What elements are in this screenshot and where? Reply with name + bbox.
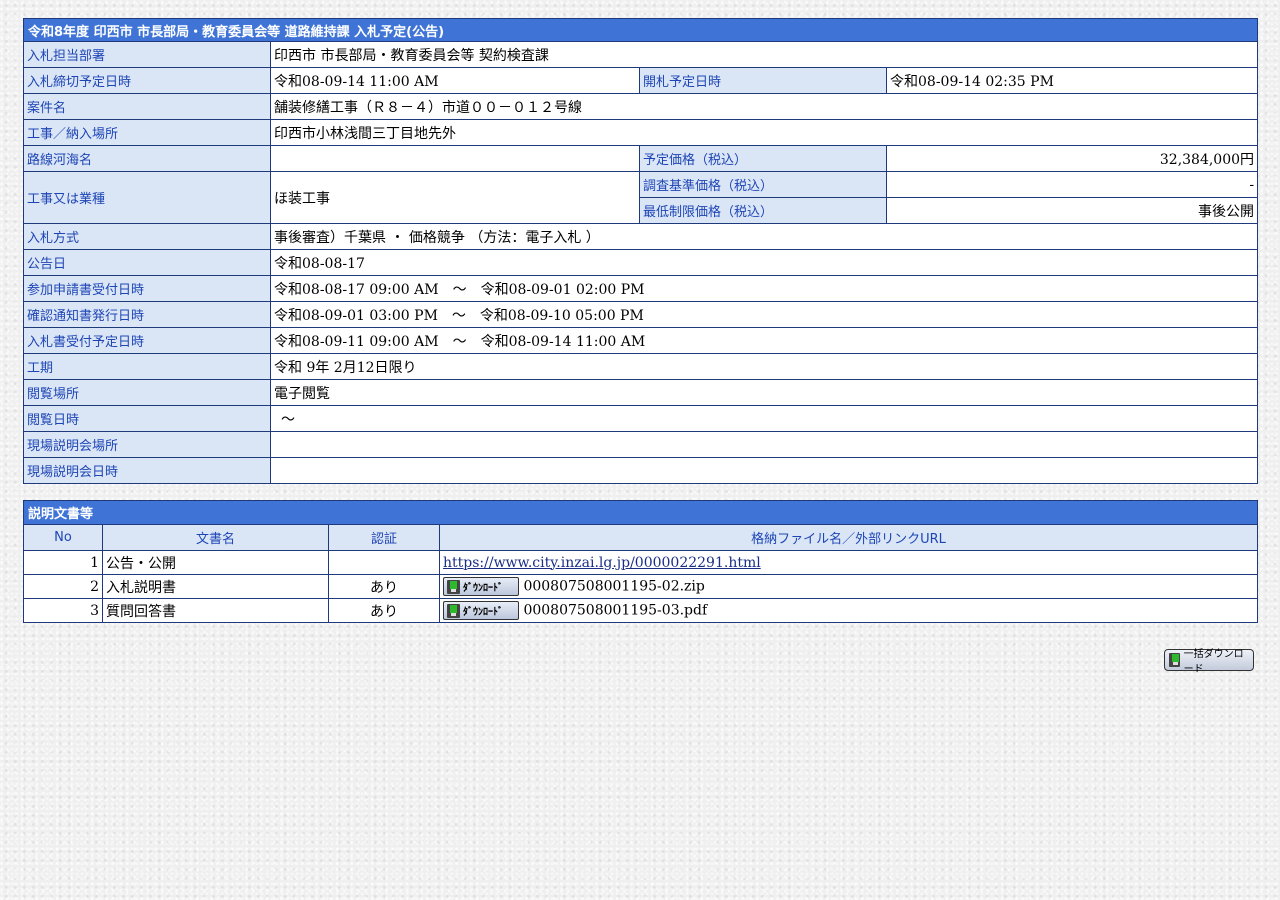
label-site-place: 現場説明会場所 (23, 431, 271, 458)
label-site-date: 現場説明会日時 (23, 457, 271, 484)
label-apply-period: 参加申請書受付日時 (23, 275, 271, 302)
docs-header-no: No (23, 524, 103, 551)
doc-no: 3 (23, 598, 103, 623)
doc-filename: 000807508001195-03.pdf (523, 602, 708, 619)
label-view-date: 閲覧日時 (23, 405, 271, 432)
doc-no: 2 (23, 574, 103, 599)
value-deadline: 令和08-09-14 11:00 AM (270, 67, 640, 94)
value-est-price: 32,384,000円 (885, 145, 1259, 172)
label-opening: 開札予定日時 (639, 67, 887, 94)
doc-auth: あり (328, 598, 440, 623)
docs-title: 説明文書等 (22, 500, 1259, 525)
value-site-place (269, 431, 1259, 458)
value-view-date: ～ (269, 405, 1259, 432)
bid-info-table: 令和8年度 印西市 市長部局・教育委員会等 道路維持課 入札予定(公告) 入札担… (22, 18, 1259, 484)
value-min-price: 事後公開 (885, 197, 1259, 224)
value-method: 事後審査）千葉県 ・ 価格競争 （方法：電子入札 ） (269, 223, 1259, 250)
value-term: 令和 9年 2月12日限り (269, 353, 1259, 380)
download-button-label: ﾀﾞｳﾝﾛｰﾄﾞ (463, 607, 503, 618)
doc-name: 入札説明書 (102, 574, 329, 599)
doc-name: 質問回答書 (102, 598, 329, 623)
docs-header-auth: 認証 (328, 524, 440, 551)
download-icon (447, 579, 460, 594)
table-row: 2 入札説明書 あり ﾀﾞｳﾝﾛｰﾄﾞ 000807508001195-02.z… (23, 574, 1259, 599)
download-icon (1169, 653, 1180, 667)
label-route: 路線河海名 (23, 145, 271, 172)
docs-header-name: 文書名 (102, 524, 329, 551)
label-dept: 入札担当部署 (23, 41, 271, 68)
value-notice-date: 令和08-08-17 (269, 249, 1259, 276)
download-icon (447, 603, 460, 618)
doc-name: 公告・公開 (102, 550, 329, 575)
download-button[interactable]: ﾀﾞｳﾝﾛｰﾄﾞ (443, 577, 519, 596)
doc-no: 1 (23, 550, 103, 575)
value-view-place: 電子閲覧 (269, 379, 1259, 406)
value-category: ほ装工事 (270, 171, 640, 224)
value-bid-period: 令和08-09-11 09:00 AM ～ 令和08-09-14 11:00 A… (269, 327, 1259, 354)
doc-auth (328, 550, 440, 575)
page-content: 令和8年度 印西市 市長部局・教育委員会等 道路維持課 入札予定(公告) 入札担… (22, 18, 1259, 623)
value-site-date (269, 457, 1259, 484)
doc-file-cell: https://www.city.inzai.lg.jp/0000022291.… (438, 550, 1259, 575)
label-notice-date: 公告日 (23, 249, 271, 276)
value-opening: 令和08-09-14 02:35 PM (885, 67, 1259, 94)
table-row: 1 公告・公開 https://www.city.inzai.lg.jp/000… (23, 550, 1259, 575)
bulk-download-label: 一括ダウンロード (1183, 649, 1244, 675)
value-survey-price: - (885, 171, 1259, 198)
label-confirm-period: 確認通知書発行日時 (23, 301, 271, 328)
value-route (270, 145, 640, 172)
docs-table: 説明文書等 No 文書名 認証 格納ファイル名／外部リンクURL 1 公告・公開… (22, 500, 1259, 623)
download-button[interactable]: ﾀﾞｳﾝﾛｰﾄﾞ (443, 601, 519, 620)
download-button-label: ﾀﾞｳﾝﾛｰﾄﾞ (463, 583, 503, 594)
doc-file-cell: ﾀﾞｳﾝﾛｰﾄﾞ 000807508001195-03.pdf (438, 598, 1259, 623)
value-confirm-period: 令和08-09-01 03:00 PM ～ 令和08-09-10 05:00 P… (269, 301, 1259, 328)
value-place: 印西市小林浅間三丁目地先外 (269, 119, 1259, 146)
value-apply-period: 令和08-08-17 09:00 AM ～ 令和08-09-01 02:00 P… (269, 275, 1259, 302)
doc-file-cell: ﾀﾞｳﾝﾛｰﾄﾞ 000807508001195-02.zip (438, 574, 1259, 599)
doc-filename: 000807508001195-02.zip (523, 578, 705, 595)
bulk-download-button[interactable]: 一括ダウンロード (1164, 649, 1254, 675)
doc-link[interactable]: https://www.city.inzai.lg.jp/0000022291.… (443, 555, 761, 571)
label-est-price: 予定価格（税込） (639, 145, 887, 172)
bid-info-title: 令和8年度 印西市 市長部局・教育委員会等 道路維持課 入札予定(公告) (22, 18, 1259, 42)
label-bid-period: 入札書受付予定日時 (23, 327, 271, 354)
label-method: 入札方式 (23, 223, 271, 250)
docs-header-file: 格納ファイル名／外部リンクURL (438, 524, 1259, 551)
label-category: 工事又は業種 (23, 171, 271, 224)
value-dept: 印西市 市長部局・教育委員会等 契約検査課 (269, 41, 1259, 68)
label-term: 工期 (23, 353, 271, 380)
label-deadline: 入札締切予定日時 (23, 67, 271, 94)
label-min-price: 最低制限価格（税込） (639, 197, 887, 224)
label-survey-price: 調査基準価格（税込） (639, 171, 887, 198)
table-row: 3 質問回答書 あり ﾀﾞｳﾝﾛｰﾄﾞ 000807508001195-03.p… (23, 598, 1259, 623)
doc-auth: あり (328, 574, 440, 599)
label-place: 工事／納入場所 (23, 119, 271, 146)
value-case-name: 舗装修繕工事（Ｒ８－４）市道００－０１２号線 (269, 93, 1259, 120)
label-case-name: 案件名 (23, 93, 271, 120)
label-view-place: 閲覧場所 (23, 379, 271, 406)
